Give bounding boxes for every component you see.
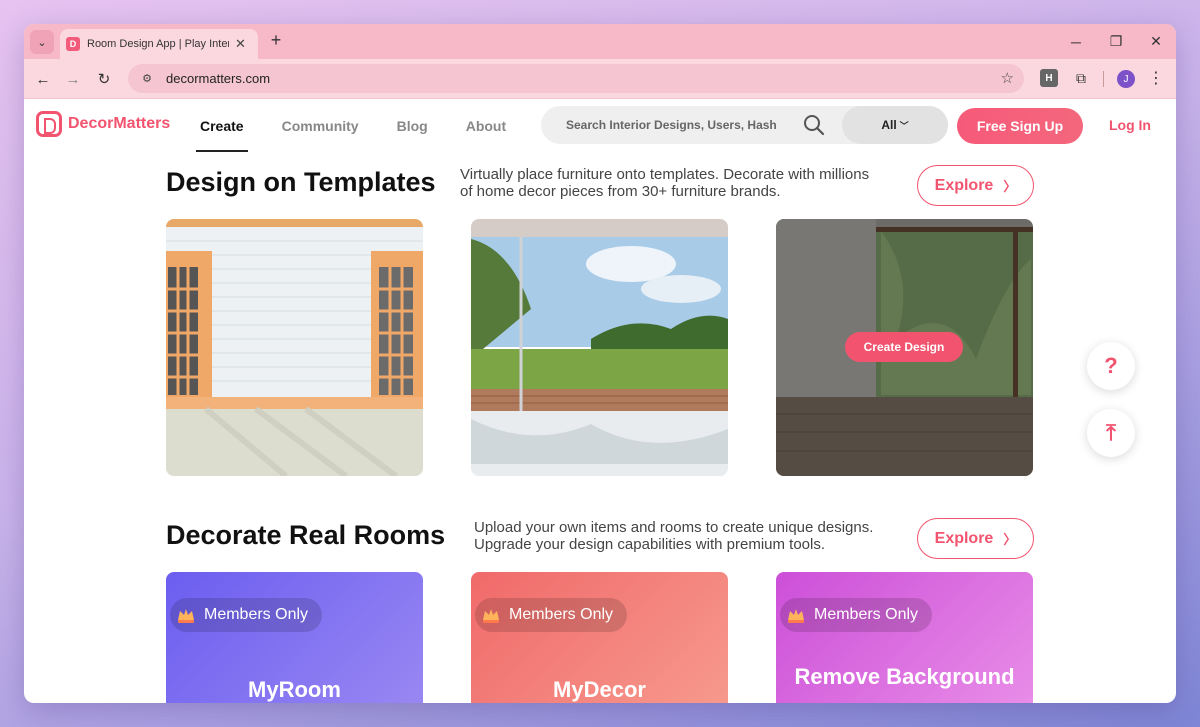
chevron-down-icon: ﹀ [899,120,909,131]
restore-button[interactable]: ❐ [1096,24,1136,59]
members-crown-icon [788,609,804,623]
myroom-card[interactable]: Members Only MyRoom [166,572,423,703]
members-only-badge: Members Only [475,598,628,632]
real-rooms-description-line1: Upload your own items and rooms to creat… [474,519,874,536]
logo[interactable]: DecorMatters [36,111,170,137]
card-title: MyDecor [553,677,646,702]
nav-community[interactable]: Community [282,99,359,152]
real-rooms-explore-button[interactable]: Explore 〉 [917,518,1034,559]
templates-description-line1: Virtually place furniture onto templates… [460,166,870,183]
extension-h-icon[interactable]: H [1040,69,1058,87]
main-nav: Create Community Blog About [196,99,544,152]
tab-strip: ⌄ D Room Design App | Play Interior ✕ + … [24,24,1176,59]
extensions-puzzle-icon[interactable]: ⧉ [1072,69,1090,87]
members-only-badge: Members Only [780,598,933,632]
card-title: MyRoom [248,677,341,702]
browser-toolbar: ← → ↻ ⚙ decormatters.com ☆ H ⧉ J ⋮ [24,59,1176,99]
logo-mark-icon [36,111,62,137]
search-filter-label: All [881,118,897,132]
address-bar[interactable]: ⚙ decormatters.com ☆ [128,64,1024,93]
forward-icon[interactable]: → [62,68,84,90]
template-card-glass-room[interactable] [471,219,728,476]
browser-menu-icon[interactable]: ⋮ [1148,68,1164,88]
templates-description-line2: of home decor pieces from 30+ furniture … [460,183,781,200]
badge-label: Members Only [509,606,614,623]
chevron-right-icon: 〉 [1003,179,1017,194]
templates-explore-button[interactable]: Explore 〉 [917,165,1034,206]
reload-icon[interactable]: ↻ [93,68,115,90]
real-rooms-title: Decorate Real Rooms [166,520,446,550]
bookmark-star-icon[interactable]: ☆ [1001,69,1014,87]
url-text: decormatters.com [166,71,271,86]
log-in-link[interactable]: Log In [1109,117,1151,133]
window-controls: ─ ❐ ✕ [1056,24,1176,59]
card-title: Remove Background [794,664,1015,689]
back-icon[interactable]: ← [32,68,54,90]
minimize-button[interactable]: ─ [1056,24,1096,59]
nav-create[interactable]: Create [196,99,248,152]
nav-about[interactable]: About [466,99,506,152]
chevron-right-icon: 〉 [1003,532,1017,547]
members-crown-icon [178,609,194,623]
explore-label: Explore [934,529,994,547]
template-card-dark-room[interactable]: Create Design [776,219,1033,476]
site-settings-icon[interactable]: ⚙ [138,70,156,88]
close-window-button[interactable]: ✕ [1136,24,1176,59]
help-icon: ? [1104,353,1118,378]
template-card-white-room[interactable] [166,219,423,476]
profile-avatar[interactable]: J [1117,70,1135,88]
browser-window: ⌄ D Room Design App | Play Interior ✕ + … [24,24,1176,703]
help-button[interactable]: ? [1087,342,1135,390]
main-content: Design on Templates Virtually place furn… [24,152,1176,703]
glass-room-image [471,219,728,476]
real-rooms-description-line2: Upgrade your design capabilities with pr… [474,536,826,553]
nav-blog[interactable]: Blog [397,99,428,152]
favicon-icon: D [66,37,80,51]
templates-description: Virtually place furniture onto templates… [460,166,869,200]
search-input[interactable]: Search Interior Designs, Users, Hash [566,118,777,132]
close-tab-icon[interactable]: ✕ [235,36,246,52]
arrow-up-icon: ⤒ [1106,420,1116,445]
toolbar-divider [1103,71,1104,87]
free-sign-up-button[interactable]: Free Sign Up [957,108,1083,144]
real-rooms-description: Upload your own items and rooms to creat… [474,519,873,553]
search-filter-dropdown[interactable]: All ﹀ [842,106,948,144]
white-room-image [166,219,423,476]
remove-background-card[interactable]: Members Only Remove Background [776,572,1033,703]
browser-tab[interactable]: D Room Design App | Play Interior ✕ [60,29,258,59]
logo-text: DecorMatters [68,115,171,132]
back-to-top-button[interactable]: ⤒ [1087,409,1135,457]
members-crown-icon [483,609,499,623]
mydecor-card[interactable]: Members Only MyDecor [471,572,728,703]
templates-title: Design on Templates [166,167,436,197]
explore-label: Explore [934,176,994,194]
tab-search-button[interactable]: ⌄ [30,30,54,54]
badge-label: Members Only [204,606,309,623]
search-bar[interactable]: Search Interior Designs, Users, Hash All… [541,106,948,144]
badge-label: Members Only [814,606,919,623]
new-tab-button[interactable]: + [266,30,286,51]
site-header: DecorMatters Create Community Blog About… [24,99,1176,152]
search-icon[interactable] [803,114,825,136]
members-only-badge: Members Only [170,598,323,632]
create-design-button[interactable]: Create Design [845,332,963,362]
tab-title: Room Design App | Play Interior [87,38,229,50]
